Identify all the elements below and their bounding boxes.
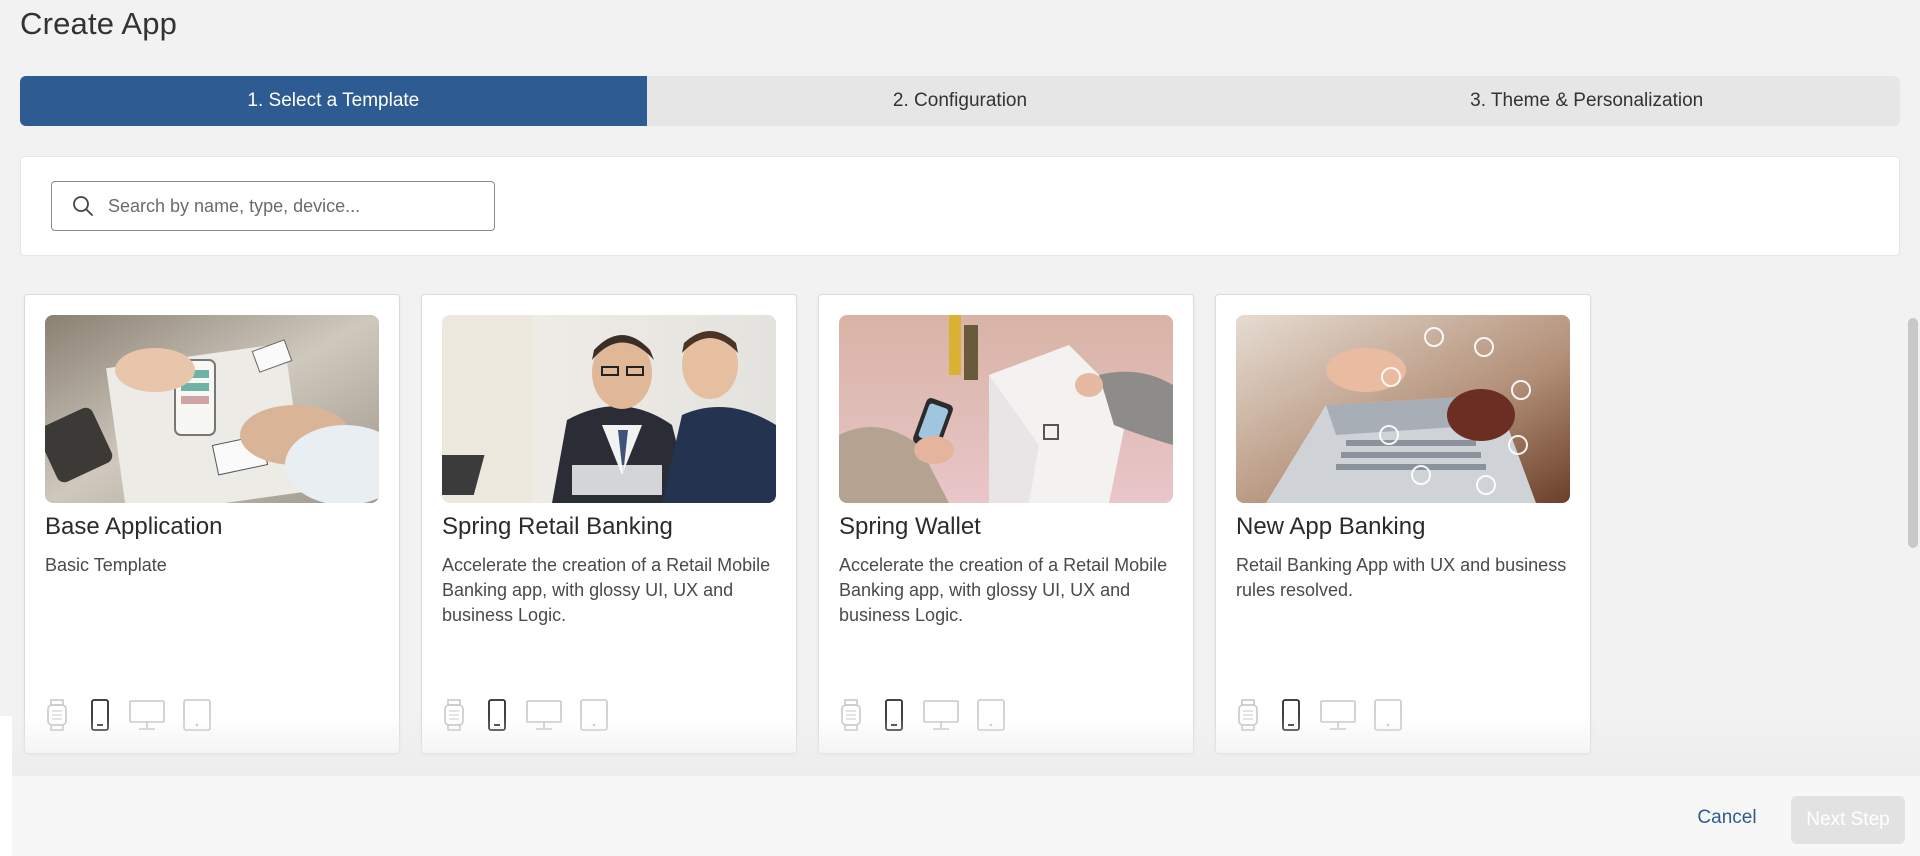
- template-description: Basic Template: [45, 555, 167, 575]
- search-panel: [20, 156, 1900, 256]
- next-step-button[interactable]: Next Step: [1791, 796, 1905, 844]
- template-card-spring-retail-banking[interactable]: Spring Retail Banking Accelerate the cre…: [421, 294, 797, 754]
- template-image: [45, 315, 379, 503]
- cancel-button[interactable]: Cancel: [1672, 800, 1782, 836]
- template-image: [1236, 315, 1570, 503]
- vertical-scrollbar[interactable]: [1908, 318, 1918, 548]
- footer-bar: [12, 776, 1920, 856]
- step-theme-personalization[interactable]: 3. Theme & Personalization: [1273, 76, 1900, 126]
- template-image: [839, 315, 1173, 503]
- template-title: Base Application: [45, 513, 223, 540]
- template-description: Accelerate the creation of a Retail Mobi…: [442, 555, 771, 625]
- template-list: Base Application Basic Template Spring R…: [24, 294, 1591, 754]
- template-description: Retail Banking App with UX and business …: [1236, 555, 1567, 600]
- template-title: Spring Wallet: [839, 513, 981, 540]
- scroll-fade: [12, 716, 1920, 776]
- template-card-spring-wallet[interactable]: Spring Wallet Accelerate the creation of…: [818, 294, 1194, 754]
- step-select-template[interactable]: 1. Select a Template: [20, 76, 647, 126]
- template-card-base-application[interactable]: Base Application Basic Template: [24, 294, 400, 754]
- step-configuration[interactable]: 2. Configuration: [647, 76, 1274, 126]
- wizard-stepper: 1. Select a Template 2. Configuration 3.…: [20, 76, 1900, 126]
- template-title: Spring Retail Banking: [442, 513, 673, 540]
- footer-left-edge: [0, 716, 12, 856]
- search-input[interactable]: [108, 195, 468, 217]
- search-box[interactable]: [51, 181, 495, 231]
- template-title: New App Banking: [1236, 513, 1426, 540]
- template-image: [442, 315, 776, 503]
- search-icon: [73, 196, 93, 216]
- template-description: Accelerate the creation of a Retail Mobi…: [839, 555, 1168, 625]
- page-title: Create App: [20, 6, 178, 41]
- template-card-new-app-banking[interactable]: New App Banking Retail Banking App with …: [1215, 294, 1591, 754]
